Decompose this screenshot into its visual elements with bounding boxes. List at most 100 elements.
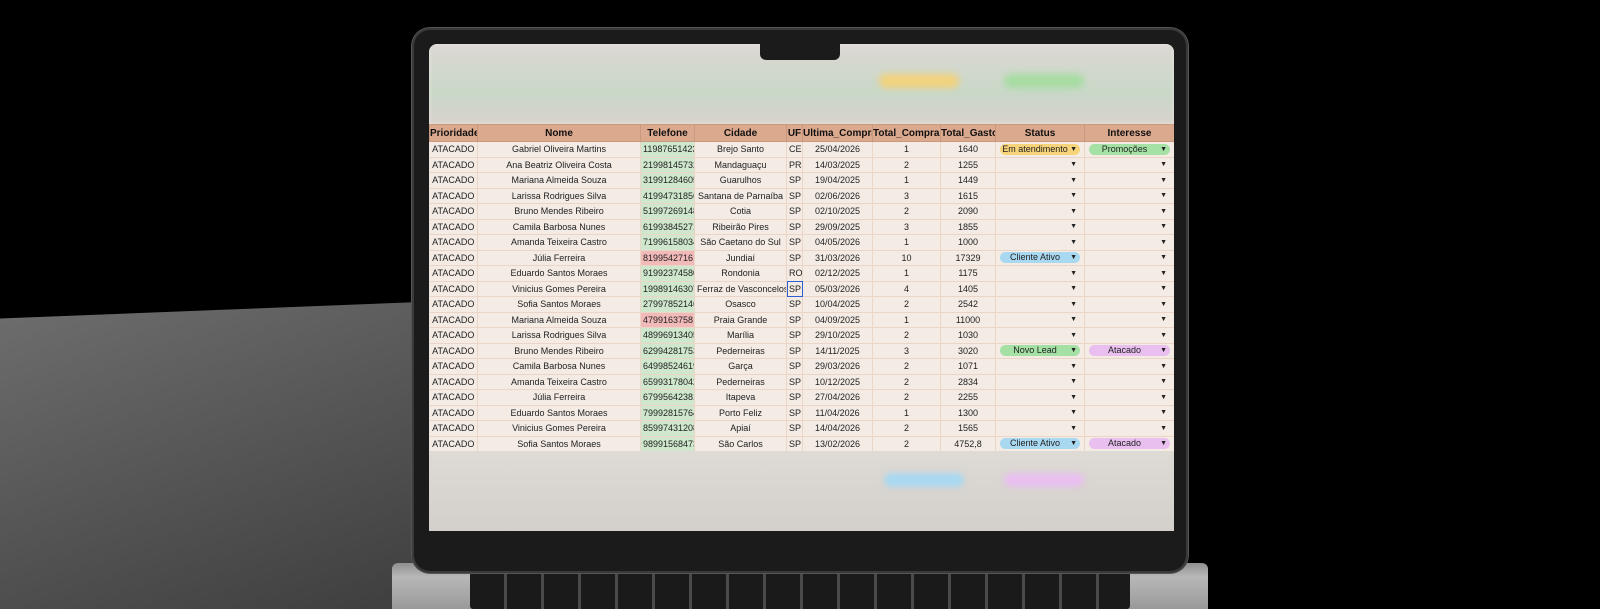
total-compras-cell[interactable]: 2 — [872, 436, 941, 452]
total-compras-cell[interactable]: 3 — [872, 188, 941, 204]
telefone-cell[interactable]: 8199542716 — [640, 250, 695, 266]
column-header-prioridade[interactable]: Prioridade — [429, 124, 478, 142]
total-compras-cell[interactable]: 3 — [872, 219, 941, 235]
uf-cell[interactable]: SP — [786, 219, 803, 235]
prioridade-cell[interactable]: ATACADO — [429, 358, 478, 375]
total-gasto-cell[interactable]: 1030 — [940, 327, 996, 344]
column-header-cidade[interactable]: Cidade — [694, 124, 787, 142]
telefone-cell[interactable]: 27997852146 — [640, 296, 695, 313]
cidade-cell[interactable]: Santana de Parnaíba — [694, 188, 787, 204]
nome-cell[interactable]: Ana Beatriz Oliveira Costa — [477, 157, 641, 173]
uf-cell[interactable]: SP — [786, 172, 803, 189]
telefone-cell[interactable]: 85997431208 — [640, 420, 695, 437]
cidade-cell[interactable]: Cotia — [694, 203, 787, 220]
prioridade-cell[interactable]: ATACADO — [429, 405, 478, 421]
status-dropdown[interactable]: ▼ — [1000, 423, 1080, 434]
prioridade-cell[interactable]: ATACADO — [429, 141, 478, 158]
uf-cell[interactable]: SP — [786, 296, 803, 313]
total-gasto-cell[interactable]: 1000 — [940, 234, 996, 251]
uf-cell[interactable]: SP — [786, 405, 803, 421]
interesse-dropdown[interactable]: ▼ — [1089, 252, 1170, 263]
cidade-cell[interactable]: Jundiaí — [694, 250, 787, 266]
ultima-compra-cell[interactable]: 14/04/2026 — [802, 420, 873, 437]
interesse-dropdown[interactable]: ▼ — [1089, 159, 1170, 170]
cidade-cell[interactable]: Garça — [694, 358, 787, 375]
total-gasto-cell[interactable]: 3020 — [940, 343, 996, 359]
nome-cell[interactable]: Camila Barbosa Nunes — [477, 219, 641, 235]
prioridade-cell[interactable]: ATACADO — [429, 296, 478, 313]
cidade-cell[interactable]: Porto Feliz — [694, 405, 787, 421]
total-compras-cell[interactable]: 2 — [872, 203, 941, 220]
column-header-status[interactable]: Status — [995, 124, 1085, 142]
prioridade-cell[interactable]: ATACADO — [429, 281, 478, 297]
telefone-cell[interactable]: 48996913405 — [640, 327, 695, 344]
interesse-dropdown[interactable]: Promoções ▼ — [1089, 143, 1170, 155]
total-gasto-cell[interactable]: 1855 — [940, 219, 996, 235]
nome-cell[interactable]: Mariana Almeida Souza — [477, 312, 641, 328]
status-dropdown[interactable]: ▼ — [1000, 376, 1080, 387]
uf-cell[interactable]: SP — [786, 234, 803, 251]
ultima-compra-cell[interactable]: 27/04/2026 — [802, 389, 873, 406]
ultima-compra-cell[interactable]: 04/09/2025 — [802, 312, 873, 328]
total-compras-cell[interactable]: 2 — [872, 389, 941, 406]
total-compras-cell[interactable]: 4 — [872, 281, 941, 297]
status-dropdown[interactable]: ▼ — [1000, 175, 1080, 186]
nome-cell[interactable]: Gabriel Oliveira Martins — [477, 141, 641, 158]
cidade-cell[interactable]: Ferraz de Vasconcelos — [694, 281, 787, 297]
ultima-compra-cell[interactable]: 25/04/2026 — [802, 141, 873, 158]
total-compras-cell[interactable]: 3 — [872, 343, 941, 359]
prioridade-cell[interactable]: ATACADO — [429, 188, 478, 204]
status-dropdown[interactable]: ▼ — [1000, 407, 1080, 418]
interesse-dropdown[interactable]: ▼ — [1089, 221, 1170, 232]
interesse-dropdown[interactable]: ▼ — [1089, 268, 1170, 279]
nome-cell[interactable]: Camila Barbosa Nunes — [477, 358, 641, 375]
cidade-cell[interactable]: Itapeva — [694, 389, 787, 406]
prioridade-cell[interactable]: ATACADO — [429, 327, 478, 344]
status-dropdown[interactable]: ▼ — [1000, 221, 1080, 232]
total-compras-cell[interactable]: 1 — [872, 312, 941, 328]
uf-cell[interactable]: SP — [786, 420, 803, 437]
ultima-compra-cell[interactable]: 02/10/2025 — [802, 203, 873, 220]
total-gasto-cell[interactable]: 2090 — [940, 203, 996, 220]
uf-cell[interactable]: SP — [786, 374, 803, 390]
prioridade-cell[interactable]: ATACADO — [429, 234, 478, 251]
prioridade-cell[interactable]: ATACADO — [429, 343, 478, 359]
uf-cell[interactable]: SP — [786, 188, 803, 204]
total-gasto-cell[interactable]: 1640 — [940, 141, 996, 158]
cidade-cell[interactable]: Pederneiras — [694, 343, 787, 359]
status-dropdown[interactable]: Cliente Ativo ▼ — [1000, 252, 1080, 264]
status-dropdown[interactable]: ▼ — [1000, 330, 1080, 341]
interesse-dropdown[interactable]: ▼ — [1089, 330, 1170, 341]
cidade-cell[interactable]: Ribeirão Pires — [694, 219, 787, 235]
total-compras-cell[interactable]: 2 — [872, 358, 941, 375]
uf-cell[interactable]: SP — [786, 358, 803, 375]
interesse-dropdown[interactable]: ▼ — [1089, 175, 1170, 186]
total-gasto-cell[interactable]: 2834 — [940, 374, 996, 390]
uf-cell[interactable]: SP — [786, 250, 803, 266]
ultima-compra-cell[interactable]: 05/03/2026 — [802, 281, 873, 297]
column-header-total-compras[interactable]: Total_Compras — [872, 124, 941, 142]
prioridade-cell[interactable]: ATACADO — [429, 265, 478, 282]
total-gasto-cell[interactable]: 2255 — [940, 389, 996, 406]
telefone-cell[interactable]: 91992374580 — [640, 265, 695, 282]
uf-cell[interactable]: SP — [786, 281, 803, 297]
status-dropdown[interactable]: ▼ — [1000, 283, 1080, 294]
total-gasto-cell[interactable]: 17329 — [940, 250, 996, 266]
nome-cell[interactable]: Larissa Rodrigues Silva — [477, 327, 641, 344]
nome-cell[interactable]: Júlia Ferreira — [477, 250, 641, 266]
total-compras-cell[interactable]: 2 — [872, 374, 941, 390]
prioridade-cell[interactable]: ATACADO — [429, 374, 478, 390]
status-dropdown[interactable]: Em atendimento ▼ — [1000, 143, 1080, 155]
ultima-compra-cell[interactable]: 02/12/2025 — [802, 265, 873, 282]
prioridade-cell[interactable]: ATACADO — [429, 250, 478, 266]
status-dropdown[interactable]: ▼ — [1000, 190, 1080, 201]
nome-cell[interactable]: Sofia Santos Moraes — [477, 436, 641, 452]
telefone-cell[interactable]: 21998145732 — [640, 157, 695, 173]
telefone-cell[interactable]: 67995642381 — [640, 389, 695, 406]
total-gasto-cell[interactable]: 1300 — [940, 405, 996, 421]
status-dropdown[interactable]: ▼ — [1000, 268, 1080, 279]
telefone-cell[interactable]: 79992815764 — [640, 405, 695, 421]
status-dropdown[interactable]: Cliente Ativo ▼ — [1000, 438, 1080, 450]
prioridade-cell[interactable]: ATACADO — [429, 157, 478, 173]
interesse-dropdown[interactable]: Atacado ▼ — [1089, 438, 1170, 450]
